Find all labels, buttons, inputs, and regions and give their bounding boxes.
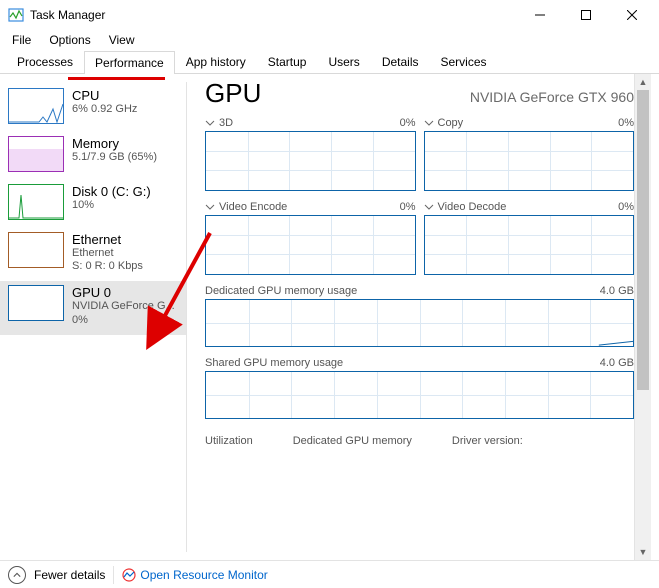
footer-bar: Fewer details Open Resource Monitor	[0, 560, 659, 588]
chart-video-encode[interactable]: Video Encode 0%	[205, 201, 416, 275]
fewer-details-button[interactable]: Fewer details	[34, 568, 105, 582]
menu-file[interactable]: File	[4, 31, 39, 49]
sidebar-ethernet-title: Ethernet	[72, 232, 143, 247]
footer-separator	[113, 566, 114, 584]
sidebar-gpu-title: GPU 0	[72, 285, 175, 300]
fewer-details-icon[interactable]	[8, 566, 26, 584]
tab-services[interactable]: Services	[430, 50, 498, 73]
gpu-stats-row: Utilization Dedicated GPU memory Driver …	[205, 429, 634, 447]
close-button[interactable]	[609, 0, 655, 30]
dedicated-memory-label: Dedicated GPU memory usage	[205, 285, 357, 297]
chart-copy-graph	[424, 131, 635, 191]
open-resource-monitor-link[interactable]: Open Resource Monitor	[122, 568, 267, 582]
sidebar-disk-title: Disk 0 (C: G:)	[72, 184, 151, 199]
tab-details[interactable]: Details	[371, 50, 430, 73]
tab-startup[interactable]: Startup	[257, 50, 318, 73]
title-bar: Task Manager	[0, 0, 659, 30]
tab-app-history[interactable]: App history	[175, 50, 257, 73]
chevron-down-icon	[205, 202, 215, 212]
menu-options[interactable]: Options	[41, 31, 98, 49]
sidebar-item-disk[interactable]: Disk 0 (C: G:) 10%	[8, 180, 178, 228]
tab-processes[interactable]: Processes	[6, 50, 84, 73]
scroll-up-icon[interactable]: ▲	[635, 74, 651, 90]
shared-memory-graph	[205, 371, 634, 419]
vertical-scrollbar[interactable]: ▲ ▼	[634, 74, 651, 560]
chart-shared-memory: Shared GPU memory usage 4.0 GB	[205, 357, 634, 419]
chart-3d-label: 3D	[219, 117, 233, 129]
tab-bar: Processes Performance App history Startu…	[0, 50, 659, 74]
sidebar-ethernet-sub2: S: 0 R: 0 Kbps	[72, 260, 143, 273]
gpu-thumb-icon	[8, 285, 64, 321]
chart-dedicated-memory: Dedicated GPU memory usage 4.0 GB	[205, 285, 634, 347]
stat-driver-version: Driver version:	[452, 435, 523, 447]
chart-copy-pct: 0%	[618, 117, 634, 129]
performance-sidebar: CPU 6% 0.92 GHz Memory 5.1/7.9 GB (65%) …	[0, 74, 186, 560]
chevron-down-icon	[424, 118, 434, 128]
minimize-button[interactable]	[517, 0, 563, 30]
annotation-underline	[68, 77, 165, 80]
chart-video-encode-graph	[205, 215, 416, 275]
chart-copy[interactable]: Copy 0%	[424, 117, 635, 191]
chevron-down-icon	[424, 202, 434, 212]
stat-dedicated-memory: Dedicated GPU memory	[293, 435, 412, 447]
main-panel: GPU NVIDIA GeForce GTX 960 3D 0%	[187, 74, 659, 560]
ethernet-thumb-icon	[8, 232, 64, 268]
window-title: Task Manager	[30, 8, 105, 22]
stat-utilization: Utilization	[205, 435, 253, 447]
sidebar-disk-sub: 10%	[72, 199, 151, 212]
chart-video-decode-graph	[424, 215, 635, 275]
maximize-button[interactable]	[563, 0, 609, 30]
memory-thumb-icon	[8, 136, 64, 172]
page-title: GPU	[205, 78, 261, 109]
tab-performance[interactable]: Performance	[84, 51, 175, 74]
chart-3d-pct: 0%	[400, 117, 416, 129]
scroll-down-icon[interactable]: ▼	[635, 544, 651, 560]
sidebar-gpu-sub2: 0%	[72, 314, 175, 327]
chart-3d-graph	[205, 131, 416, 191]
chart-video-decode-pct: 0%	[618, 201, 634, 213]
chart-video-encode-label: Video Encode	[219, 201, 287, 213]
sidebar-item-cpu[interactable]: CPU 6% 0.92 GHz	[8, 84, 178, 132]
sidebar-item-gpu[interactable]: GPU 0 NVIDIA GeForce G... 0%	[0, 281, 186, 334]
chart-video-decode[interactable]: Video Decode 0%	[424, 201, 635, 275]
sidebar-memory-title: Memory	[72, 136, 157, 151]
chart-video-decode-label: Video Decode	[438, 201, 507, 213]
menu-view[interactable]: View	[101, 31, 143, 49]
chart-copy-label: Copy	[438, 117, 464, 129]
sidebar-item-ethernet[interactable]: Ethernet Ethernet S: 0 R: 0 Kbps	[8, 228, 178, 281]
tab-users[interactable]: Users	[317, 50, 370, 73]
device-name: NVIDIA GeForce GTX 960	[470, 89, 634, 105]
chart-3d[interactable]: 3D 0%	[205, 117, 416, 191]
sidebar-gpu-sub1: NVIDIA GeForce G...	[72, 300, 175, 313]
sidebar-cpu-title: CPU	[72, 88, 137, 103]
chart-video-encode-pct: 0%	[400, 201, 416, 213]
dedicated-memory-graph	[205, 299, 634, 347]
sidebar-memory-sub: 5.1/7.9 GB (65%)	[72, 151, 157, 164]
shared-memory-label: Shared GPU memory usage	[205, 357, 343, 369]
sidebar-ethernet-sub1: Ethernet	[72, 247, 143, 260]
disk-thumb-icon	[8, 184, 64, 220]
cpu-thumb-icon	[8, 88, 64, 124]
menu-bar: File Options View	[0, 30, 659, 50]
task-manager-icon	[8, 7, 24, 23]
dedicated-memory-max: 4.0 GB	[600, 285, 634, 297]
scroll-thumb[interactable]	[637, 90, 649, 390]
shared-memory-max: 4.0 GB	[600, 357, 634, 369]
sidebar-item-memory[interactable]: Memory 5.1/7.9 GB (65%)	[8, 132, 178, 180]
resource-monitor-icon	[122, 568, 136, 582]
sidebar-cpu-sub: 6% 0.92 GHz	[72, 103, 137, 116]
chevron-down-icon	[205, 118, 215, 128]
